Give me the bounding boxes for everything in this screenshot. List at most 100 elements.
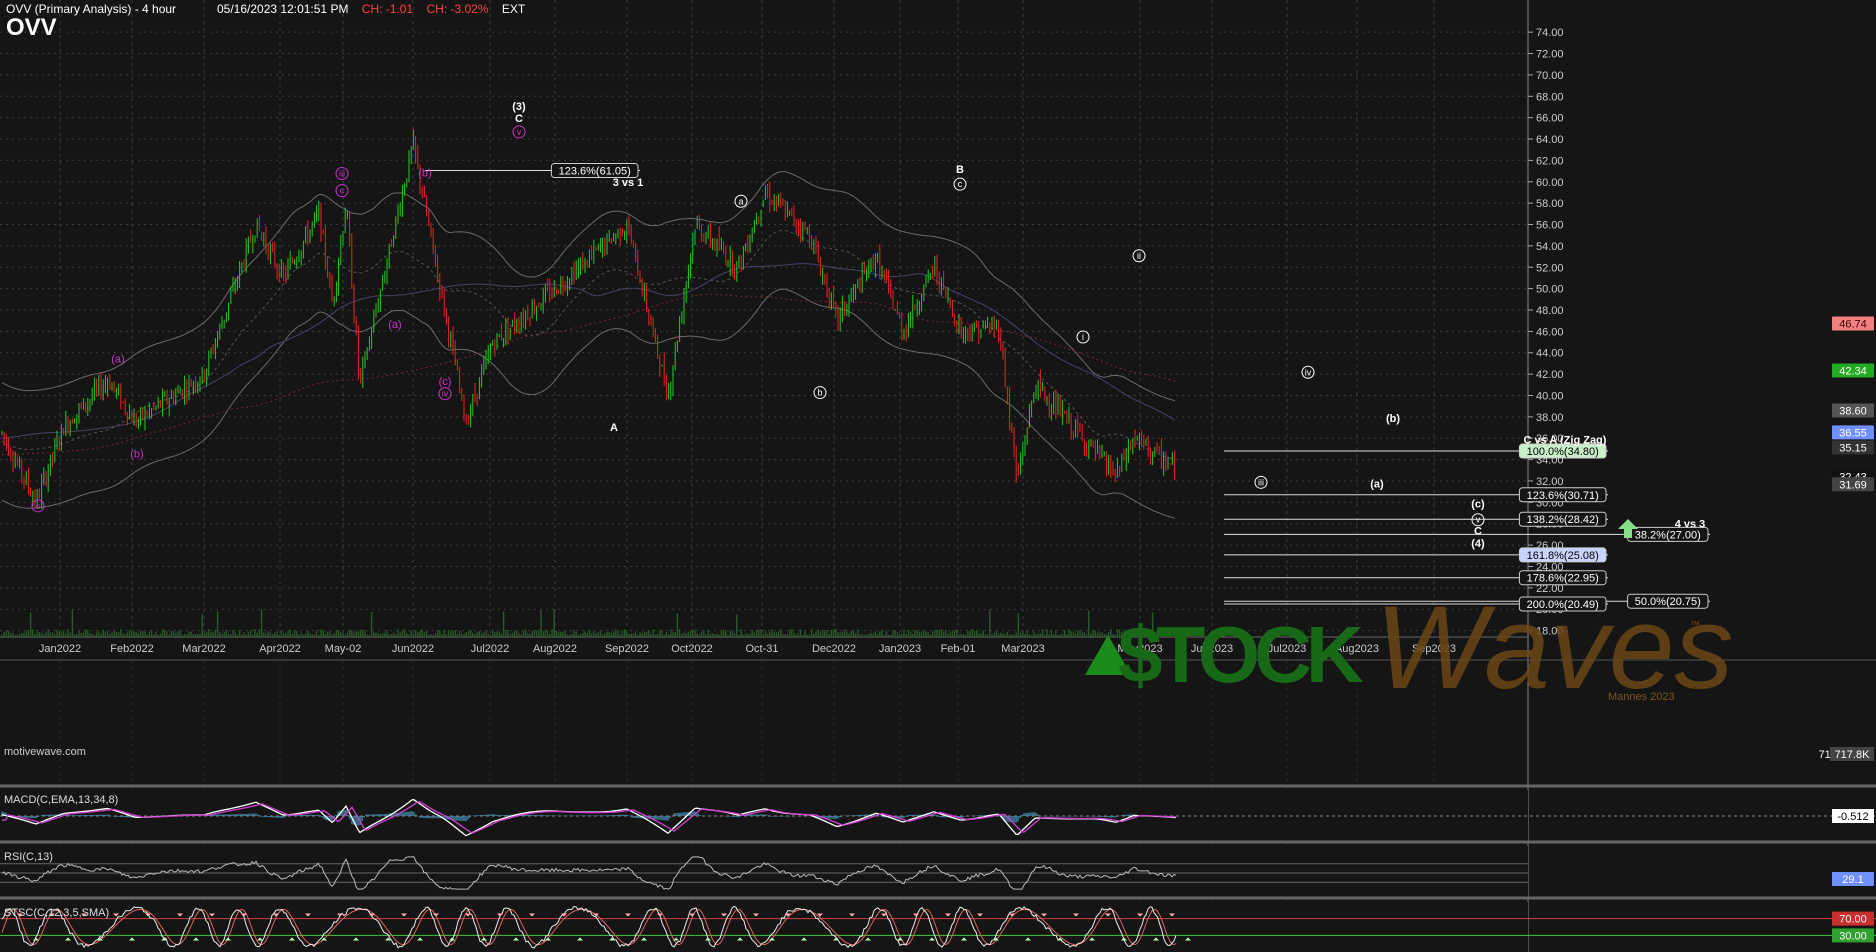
- price-axis-tag: 35.15: [1839, 442, 1867, 454]
- header-datetime: 05/16/2023 12:01:51 PM: [217, 2, 349, 16]
- wave-label: a: [738, 196, 743, 206]
- fib-label: 123.6%(61.05): [559, 166, 631, 178]
- annotation-text: 3 vs 1: [613, 177, 644, 189]
- price-tick-label: 72.00: [1536, 49, 1564, 61]
- time-tick-label: Jul2022: [471, 643, 510, 655]
- price-tick-label: 62.00: [1536, 155, 1564, 167]
- wave-label: (b): [130, 448, 143, 460]
- time-tick-label: Mar2023: [1001, 643, 1044, 655]
- time-tick-label: Sep2022: [605, 643, 649, 655]
- price-tick-label: 54.00: [1536, 241, 1564, 253]
- wave-label: (a): [111, 353, 124, 365]
- price-tick-label: 46.00: [1536, 326, 1564, 338]
- wave-label: (a): [388, 319, 401, 331]
- brand-tm: ™: [1690, 620, 1700, 631]
- time-tick-label: Feb2022: [110, 643, 153, 655]
- macd-panel-label: MACD(C,EMA,13,34,8): [4, 794, 119, 806]
- price-tick-label: 38.00: [1536, 412, 1564, 424]
- price-axis-tag: 46.74: [1839, 318, 1867, 330]
- price-tick-label: 68.00: [1536, 91, 1564, 103]
- annotation-text: C vs A (Zig Zag): [1524, 434, 1607, 446]
- wave-label: v: [517, 127, 522, 137]
- fib-label: 38.2%(27.00): [1635, 529, 1701, 541]
- wave-label: (3): [512, 101, 526, 113]
- price-tick-label: 74.00: [1536, 27, 1564, 39]
- time-tick-label: Oct-31: [745, 643, 778, 655]
- wave-label: (b): [1386, 413, 1400, 425]
- wave-label: b: [817, 388, 822, 398]
- time-tick-label: Aug2022: [533, 643, 577, 655]
- wave-label: A: [610, 422, 618, 434]
- header-change-pct: CH: -3.02%: [426, 2, 489, 16]
- wave-label: ii: [36, 501, 40, 511]
- price-tick-label: 58.00: [1536, 198, 1564, 210]
- fib-label: 200.0%(20.49): [1527, 599, 1599, 611]
- time-tick-label: Mar2022: [182, 643, 225, 655]
- wave-label: iv: [442, 389, 449, 399]
- wave-label: i: [1082, 332, 1084, 342]
- price-tick-label: 70.00: [1536, 70, 1564, 82]
- price-tick-label: 64.00: [1536, 134, 1564, 146]
- time-tick-label: May-02: [325, 643, 362, 655]
- wave-label: C: [1474, 525, 1482, 537]
- stsc-30-tag: 30.00: [1839, 930, 1867, 942]
- time-tick-label: Jan2022: [39, 643, 81, 655]
- time-tick-label: Jan2023: [879, 643, 921, 655]
- time-tick-label: Dec2022: [812, 643, 856, 655]
- price-axis-tag: 38.60: [1839, 405, 1867, 417]
- price-tick-label: 66.00: [1536, 113, 1564, 125]
- price-axis-tag: 36.55: [1839, 427, 1867, 439]
- fib-label: 161.8%(25.08): [1527, 550, 1599, 562]
- wave-label: c: [958, 179, 963, 189]
- price-axis-tag: 42.34: [1839, 365, 1867, 377]
- wave-label: (c): [1471, 499, 1485, 511]
- price-tick-label: 50.00: [1536, 284, 1564, 296]
- annotation-text: 4 vs 3: [1675, 519, 1706, 531]
- wave-label: (4): [1471, 538, 1485, 550]
- header-stats: 05/16/2023 12:01:51 PM CH: -1.01 CH: -3.…: [217, 2, 535, 16]
- volume-axis-tag: 717.8K: [1835, 749, 1871, 761]
- symbol-title: OVV: [6, 14, 57, 41]
- wave-label: c: [340, 186, 345, 196]
- wave-label: iv: [1305, 367, 1312, 377]
- wave-label: ii: [1137, 251, 1141, 261]
- macd-value-tag: -0.512: [1837, 811, 1868, 823]
- time-tick-label: Jun2022: [392, 643, 434, 655]
- fib-label: 178.6%(22.95): [1527, 573, 1599, 585]
- wave-label: iii: [1258, 477, 1264, 487]
- price-chart[interactable]: 74.00 72.00 70.00 68.00 66.00 64.00 62.00 60.00…: [0, 0, 1876, 952]
- fib-label: 123.6%(30.71): [1527, 490, 1599, 502]
- rsi-value-tag: 29.1: [1842, 874, 1863, 886]
- price-tick-label: 44.00: [1536, 348, 1564, 360]
- price-axis-tag: 31.69: [1839, 479, 1867, 491]
- wave-label: C: [515, 113, 523, 125]
- time-tick-label: Apr2022: [259, 643, 301, 655]
- rsi-panel-label: RSI(C,13): [4, 851, 53, 863]
- price-tick-label: 60.00: [1536, 177, 1564, 189]
- price-tick-label: 32.00: [1536, 476, 1564, 488]
- fib-label: 100.0%(34.80): [1527, 446, 1599, 458]
- wave-label: v: [1476, 515, 1481, 525]
- wave-label: (b): [418, 167, 431, 179]
- fib-label: 138.2%(28.42): [1527, 514, 1599, 526]
- brand-stock: $TOCK: [1118, 610, 1364, 699]
- price-tick-label: 40.00: [1536, 390, 1564, 402]
- motivewave-watermark: motivewave.com: [4, 746, 86, 758]
- wave-label: (a): [1370, 478, 1384, 490]
- header-session: EXT: [501, 2, 526, 16]
- price-tick-label: 52.00: [1536, 262, 1564, 274]
- price-tick-label: 56.00: [1536, 220, 1564, 232]
- price-tick-label: 42.00: [1536, 369, 1564, 381]
- fib-label: 50.0%(20.75): [1635, 596, 1701, 608]
- rsi-panel: [0, 846, 1528, 898]
- header-change: CH: -1.01: [361, 2, 414, 16]
- stsc-panel-label: STSC(C,12,3,5,SMA): [4, 907, 110, 919]
- brand-credit: Mannes 2023: [1608, 691, 1675, 703]
- time-tick-label: Oct2022: [671, 643, 713, 655]
- wave-label: B: [956, 164, 964, 176]
- wave-label: (c): [439, 376, 452, 388]
- time-tick-label: Feb-01: [941, 643, 976, 655]
- stsc-70-tag: 70.00: [1839, 914, 1867, 926]
- price-tick-label: 48.00: [1536, 305, 1564, 317]
- wave-label: iii: [339, 168, 345, 178]
